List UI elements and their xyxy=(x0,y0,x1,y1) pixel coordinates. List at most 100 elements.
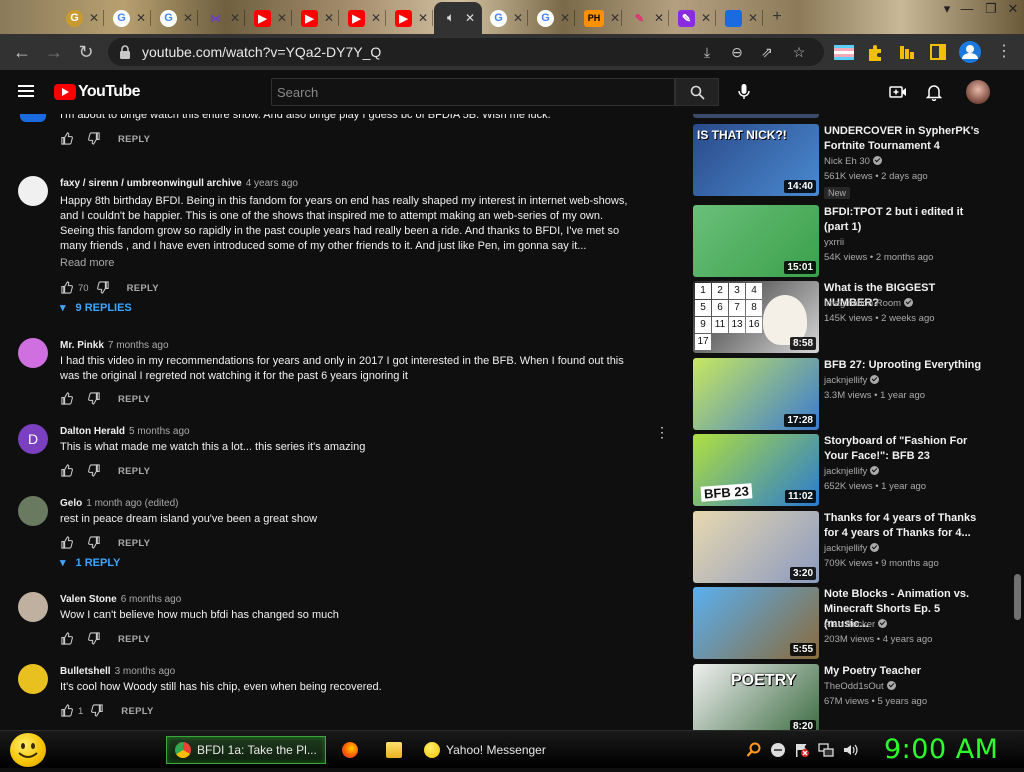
commenter-avatar[interactable] xyxy=(18,592,48,622)
profile-icon[interactable] xyxy=(958,40,982,64)
channel-name[interactable]: Imagination Room xyxy=(824,298,914,309)
close-tab-icon[interactable]: ✕ xyxy=(183,11,193,25)
like-icon[interactable] xyxy=(60,132,74,146)
like-icon[interactable] xyxy=(60,704,74,718)
commenter-avatar[interactable] xyxy=(18,176,48,206)
search-input[interactable]: Search xyxy=(271,78,675,106)
page-scrollbar[interactable] xyxy=(1012,114,1024,730)
comment-time[interactable]: 6 months ago xyxy=(121,594,182,605)
video-thumbnail[interactable]: 3:20 xyxy=(693,511,819,583)
video-thumbnail[interactable]: 1 2 3 4 5 6 7 8 9 11 13 16 17 8:58 xyxy=(693,281,819,353)
reply-button[interactable]: REPLY xyxy=(118,394,150,405)
channel-name[interactable]: jacknjellify xyxy=(824,543,880,554)
video-title[interactable]: Thanks for 4 years of Thanks for 4 years… xyxy=(824,511,984,541)
restore-icon[interactable]: ❐ xyxy=(980,0,1002,20)
share-icon[interactable]: ⇗ xyxy=(758,43,776,61)
browser-tab[interactable]: PH ✕ xyxy=(576,4,622,32)
recommended-video[interactable]: 15:01 BFDI:TPOT 2 but i edited it (part 1… xyxy=(693,205,993,277)
forward-arrow-icon[interactable]: → xyxy=(42,40,66,64)
tab-search-icon[interactable]: ▾ xyxy=(936,0,958,20)
close-tab-icon[interactable]: ✕ xyxy=(654,11,664,25)
close-tab-icon[interactable]: ✕ xyxy=(136,11,146,25)
close-tab-icon[interactable]: ✕ xyxy=(324,11,334,25)
browser-tab[interactable]: ▶ ✕ xyxy=(293,4,339,32)
dislike-icon[interactable] xyxy=(96,281,111,295)
voice-search-button[interactable] xyxy=(730,78,758,106)
like-icon[interactable] xyxy=(60,536,74,550)
close-tab-icon[interactable]: ✕ xyxy=(277,11,287,25)
recommended-video[interactable]: BFB 23 11:02 Storyboard of "Fashion For Yo… xyxy=(693,434,993,506)
close-tab-icon[interactable]: ✕ xyxy=(230,11,240,25)
recommended-video[interactable]: 17:28 BFB 27: Uprooting Everything jacknje… xyxy=(693,358,993,430)
comment-time[interactable]: 1 month ago (edited) xyxy=(86,498,178,509)
taskbar-button[interactable]: BFDI 1a: Take the Pl... xyxy=(166,736,326,764)
hamburger-menu-icon[interactable] xyxy=(18,85,34,97)
taskbar-button[interactable] xyxy=(380,736,408,764)
read-more-link[interactable]: Read more xyxy=(60,257,114,269)
taskbar-button[interactable] xyxy=(336,736,364,764)
close-tab-icon[interactable]: ✕ xyxy=(418,11,428,25)
comment-author[interactable]: Dalton Herald xyxy=(60,426,125,437)
close-tab-icon[interactable]: ✕ xyxy=(89,11,99,25)
sidepanel-icon[interactable] xyxy=(930,43,946,61)
video-thumbnail[interactable]: BFB 23 11:02 xyxy=(693,434,819,506)
taskbar-button[interactable]: Yahoo! Messenger xyxy=(416,736,576,764)
commenter-avatar[interactable]: D xyxy=(18,424,48,454)
close-tab-icon[interactable]: ✕ xyxy=(701,11,711,25)
close-tab-icon[interactable]: ✕ xyxy=(513,11,523,25)
video-thumbnail[interactable]: 17:28 xyxy=(693,358,819,430)
recommended-video[interactable]: 3:20 Thanks for 4 years of Thanks for 4 y… xyxy=(693,511,993,583)
dislike-icon[interactable] xyxy=(88,536,102,550)
channel-name[interactable]: jacknjellify xyxy=(824,375,880,386)
equalizer-extension-icon[interactable] xyxy=(898,43,916,61)
video-title[interactable]: UNDERCOVER in SypherPK's Fortnite Tourna… xyxy=(824,124,984,154)
video-title[interactable]: BFDI:TPOT 2 but i edited it (part 1) xyxy=(824,205,984,235)
notifications-bell-icon[interactable] xyxy=(926,83,942,101)
close-tab-icon[interactable]: ✕ xyxy=(610,11,620,25)
commenter-avatar[interactable] xyxy=(18,664,48,694)
close-tab-icon[interactable]: ✕ xyxy=(371,11,381,25)
browser-tab[interactable]: G ✕ xyxy=(58,4,104,32)
channel-name[interactable]: jacknjellify xyxy=(824,466,880,477)
reply-button[interactable]: REPLY xyxy=(121,706,153,717)
view-replies-button[interactable]: ▾ 9 REPLIES xyxy=(60,301,132,315)
user-avatar[interactable] xyxy=(966,80,990,104)
bookmark-star-icon[interactable]: ☆ xyxy=(790,43,808,61)
dislike-icon[interactable] xyxy=(88,392,102,406)
new-tab-icon[interactable]: + xyxy=(766,8,788,28)
video-title[interactable]: BFB 27: Uprooting Everything xyxy=(824,358,984,373)
close-tab-icon[interactable]: ✕ xyxy=(465,11,475,25)
recommended-video[interactable]: 1 2 3 4 5 6 7 8 9 11 13 16 17 8:58 What is the BIGGEST… xyxy=(693,281,993,353)
network-tray-icon[interactable] xyxy=(818,742,834,758)
browser-tab[interactable]: ✕ xyxy=(717,4,763,32)
minus-tray-icon[interactable] xyxy=(770,742,786,758)
reply-button[interactable]: REPLY xyxy=(127,283,159,294)
minimize-icon[interactable]: — xyxy=(956,0,978,20)
comment-author[interactable]: Gelo xyxy=(60,498,82,509)
like-icon[interactable] xyxy=(60,632,74,646)
like-icon[interactable] xyxy=(60,281,74,295)
reply-button[interactable]: REPLY xyxy=(118,538,150,549)
browser-tab[interactable]: G ✕ xyxy=(482,4,528,32)
like-icon[interactable] xyxy=(60,464,74,478)
close-tab-icon[interactable]: ✕ xyxy=(748,11,758,25)
browser-tab[interactable]: 🔈︎ ✕ xyxy=(434,2,482,34)
browser-tab[interactable]: G ✕ xyxy=(105,4,151,32)
zoom-icon[interactable]: ⊖ xyxy=(728,43,746,61)
channel-name[interactable]: Nick Eh 30 xyxy=(824,156,882,167)
video-title[interactable]: Storyboard of "Fashion For Your Face!": … xyxy=(824,434,984,464)
comment-author[interactable]: faxy / sirenn / umbreonwingull archive xyxy=(60,178,242,189)
search-tray-icon[interactable] xyxy=(746,742,762,758)
channel-name[interactable]: yxrrii xyxy=(824,237,844,248)
commenter-avatar[interactable] xyxy=(18,496,48,526)
volume-tray-icon[interactable] xyxy=(842,742,858,758)
browser-tab[interactable]: G ✕ xyxy=(152,4,198,32)
dislike-icon[interactable] xyxy=(88,632,102,646)
browser-tab[interactable]: G ✕ xyxy=(529,4,575,32)
flag-tray-icon[interactable] xyxy=(794,742,810,758)
flag-extension-icon[interactable] xyxy=(834,43,854,61)
browser-tab[interactable]: ▶ ✕ xyxy=(246,4,292,32)
address-bar[interactable]: youtube.com/watch?v=YQa2-DY7Y_Q ⤓ ⊖ ⇗ ☆ xyxy=(108,38,824,66)
start-button[interactable] xyxy=(10,733,46,767)
dislike-icon[interactable] xyxy=(91,704,105,718)
